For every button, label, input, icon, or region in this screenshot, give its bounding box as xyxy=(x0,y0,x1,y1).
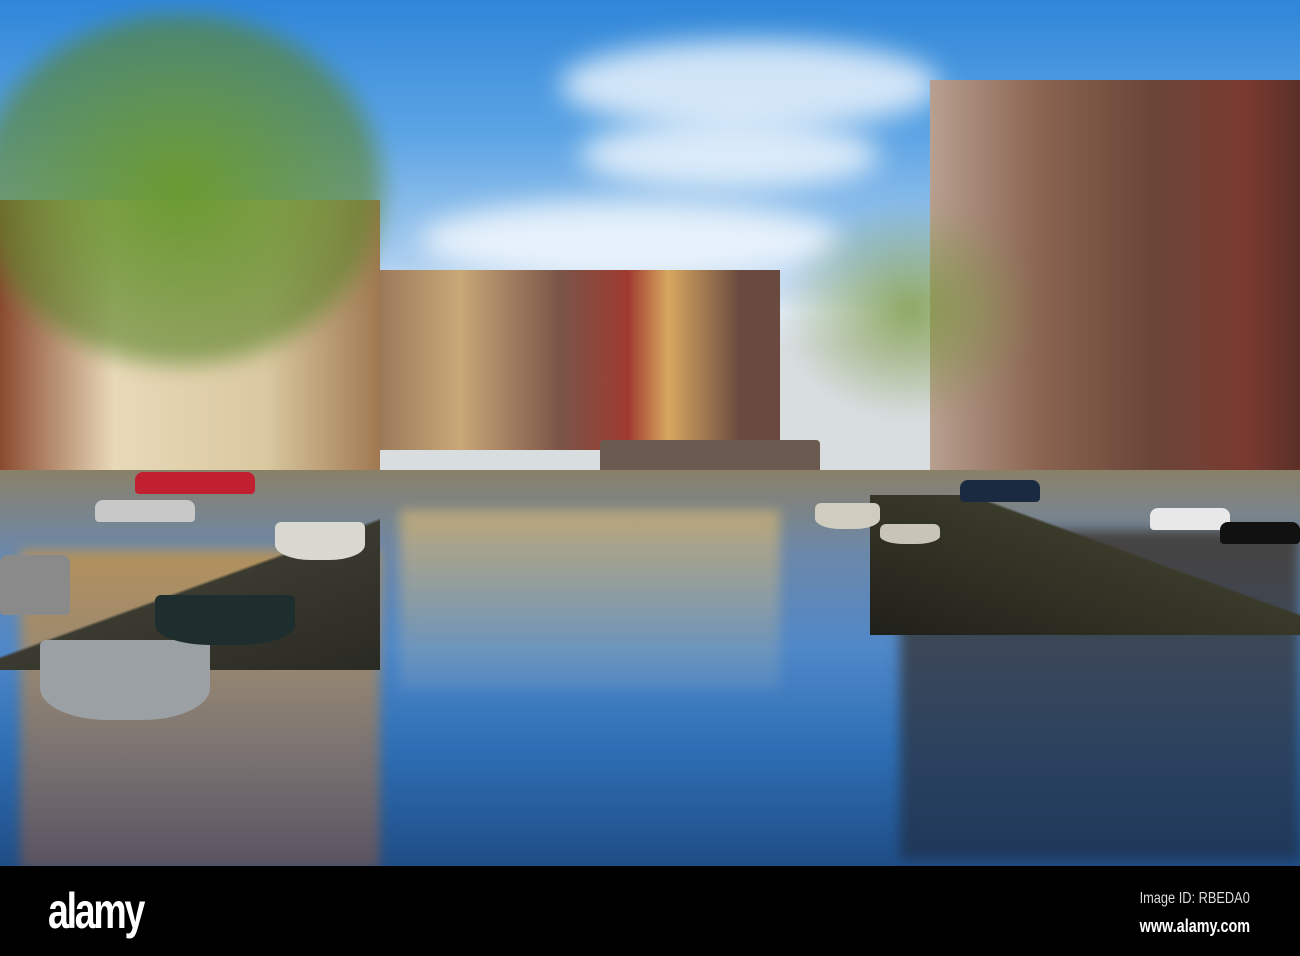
boat xyxy=(880,524,940,544)
boat xyxy=(155,595,295,645)
quay-right xyxy=(870,495,1300,635)
reflection-center xyxy=(400,510,780,690)
car xyxy=(960,480,1040,502)
car xyxy=(135,472,255,494)
boat xyxy=(40,640,210,720)
website-link[interactable]: www.alamy.com xyxy=(1140,916,1250,937)
tree-right xyxy=(780,200,1040,420)
car xyxy=(1150,508,1230,530)
cloud xyxy=(560,40,940,130)
watermark-bar: alamy Image ID: RBEDA0 www.alamy.com xyxy=(0,866,1300,956)
stock-photo-page: alamy Image ID: RBEDA0 www.alamy.com xyxy=(0,0,1300,956)
boat xyxy=(815,503,880,529)
buildings-center xyxy=(380,270,780,450)
car xyxy=(1220,522,1300,544)
image-id: Image ID: RBEDA0 xyxy=(1139,890,1250,907)
alamy-logo: alamy xyxy=(48,883,145,939)
boat xyxy=(275,522,365,560)
car xyxy=(0,555,70,615)
canal-photo xyxy=(0,0,1300,866)
car xyxy=(95,500,195,522)
cloud xyxy=(420,200,840,280)
cloud xyxy=(580,120,880,190)
